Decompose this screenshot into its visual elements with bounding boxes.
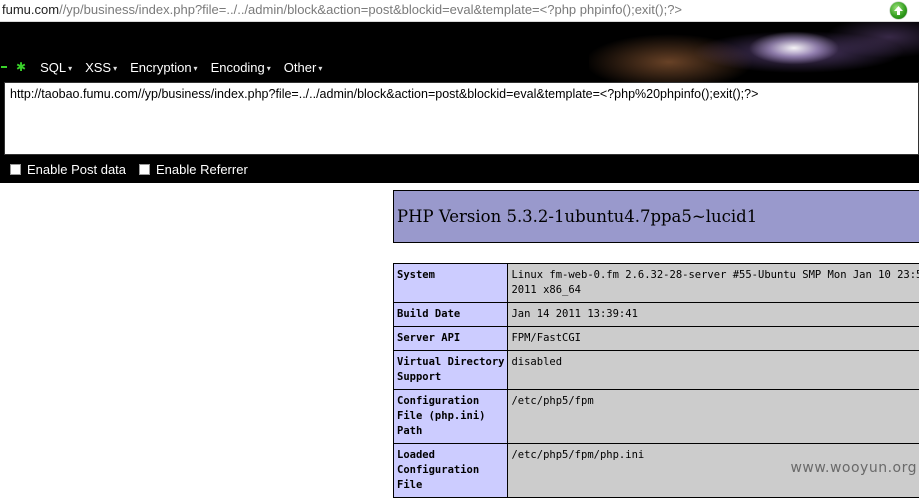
menu-encoding-label: Encoding <box>211 60 265 75</box>
go-button[interactable] <box>890 2 907 19</box>
address-path: //yp/business/index.php?file=../../admin… <box>59 2 682 17</box>
hackbar-menu: ✱ SQL▾ XSS▾ Encryption▾ Encoding▾ Other▾ <box>0 58 335 76</box>
enable-post-data-option[interactable]: Enable Post data <box>10 162 126 177</box>
chevron-down-icon: ▾ <box>113 64 117 73</box>
menu-sql-label: SQL <box>40 60 66 75</box>
chevron-down-icon: ▾ <box>194 64 198 73</box>
address-host: fumu.com <box>2 2 59 17</box>
info-value: disabled <box>508 351 919 390</box>
enable-post-data-label: Enable Post data <box>27 162 126 177</box>
chevron-down-icon: ▾ <box>318 64 322 73</box>
watermark: www.wooyun.org <box>790 460 917 476</box>
php-version-title: PHP Version 5.3.2-1ubuntu4.7ppa5~lucid1 <box>397 207 757 226</box>
chevron-down-icon: ▾ <box>267 64 271 73</box>
info-key: Build Date <box>394 303 508 327</box>
arrow-up-icon <box>893 5 904 16</box>
menu-other[interactable]: Other▾ <box>284 60 323 75</box>
php-version-header: PHP Version 5.3.2-1ubuntu4.7ppa5~lucid1 <box>393 190 919 243</box>
table-row: Server API FPM/FastCGI <box>394 327 919 351</box>
enable-referrer-checkbox[interactable] <box>139 164 150 175</box>
table-row: Build Date Jan 14 2011 13:39:41 <box>394 303 919 327</box>
hackbar-star-icon[interactable]: ✱ <box>16 60 26 74</box>
info-value: Jan 14 2011 13:39:41 <box>508 303 919 327</box>
menu-xss[interactable]: XSS▾ <box>85 60 117 75</box>
menu-sql[interactable]: SQL▾ <box>40 60 72 75</box>
table-row: Configuration File (php.ini) Path /etc/p… <box>394 390 919 444</box>
hackbar-url-textarea[interactable]: http://taobao.fumu.com//yp/business/inde… <box>4 82 919 155</box>
menu-other-label: Other <box>284 60 317 75</box>
menu-xss-label: XSS <box>85 60 111 75</box>
menu-encoding[interactable]: Encoding▾ <box>211 60 271 75</box>
address-bar[interactable]: fumu.com//yp/business/index.php?file=../… <box>0 0 919 22</box>
hackbar-banner-image <box>589 22 919 82</box>
menu-encryption-label: Encryption <box>130 60 191 75</box>
info-value: /etc/php5/fpm <box>508 390 919 444</box>
hackbar-url-text: http://taobao.fumu.com//yp/business/inde… <box>10 87 758 101</box>
enable-referrer-label: Enable Referrer <box>156 162 248 177</box>
info-key: Virtual Directory Support <box>394 351 508 390</box>
collapse-icon[interactable] <box>1 66 7 68</box>
enable-post-data-checkbox[interactable] <box>10 164 21 175</box>
info-key: Loaded Configuration File <box>394 444 508 498</box>
table-row: System Linux fm-web-0.fm 2.6.32-28-serve… <box>394 264 919 303</box>
address-bar-url[interactable]: fumu.com//yp/business/index.php?file=../… <box>2 2 682 17</box>
info-key: System <box>394 264 508 303</box>
hackbar-toolbar: ✱ SQL▾ XSS▾ Encryption▾ Encoding▾ Other▾ <box>0 22 919 82</box>
info-key: Configuration File (php.ini) Path <box>394 390 508 444</box>
hackbar-options-bar: Enable Post data Enable Referrer <box>0 155 919 183</box>
info-key: Server API <box>394 327 508 351</box>
menu-encryption[interactable]: Encryption▾ <box>130 60 197 75</box>
table-row: Virtual Directory Support disabled <box>394 351 919 390</box>
chevron-down-icon: ▾ <box>68 64 72 73</box>
info-value: Linux fm-web-0.fm 2.6.32-28-server #55-U… <box>508 264 919 303</box>
enable-referrer-option[interactable]: Enable Referrer <box>139 162 248 177</box>
info-value: FPM/FastCGI <box>508 327 919 351</box>
